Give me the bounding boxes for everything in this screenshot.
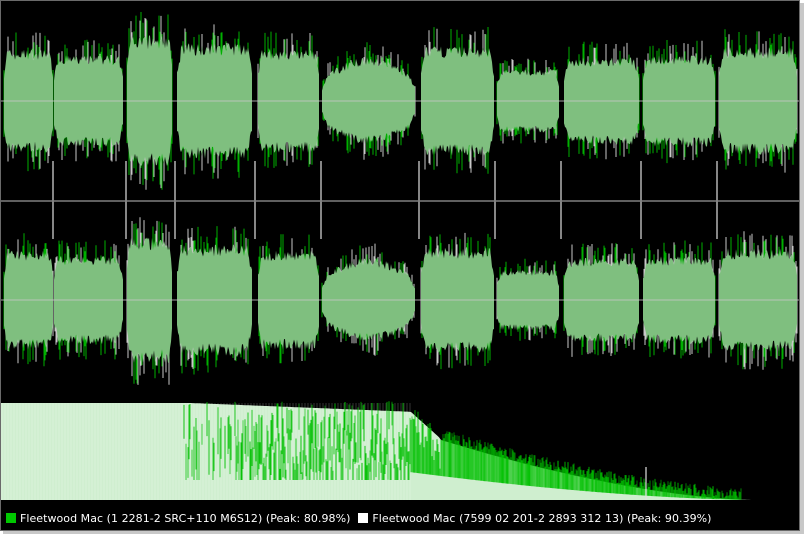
waveform-segment <box>257 31 319 168</box>
legend-label: Fleetwood Mac (1 2281-2 SRC+110 M6S12) (… <box>20 511 351 525</box>
legend-label: Fleetwood Mac (7599 02 201-2 2893 312 13… <box>372 511 712 525</box>
legend-swatch-white <box>358 513 369 523</box>
waveform-segment <box>643 240 716 359</box>
right-channel-waveform <box>1 217 799 385</box>
legend-swatch-green <box>6 513 16 523</box>
legend-entry-track-b: Fleetwood Mac (7599 02 201-2 2893 312 13… <box>358 512 711 525</box>
waveform-segment <box>126 217 172 385</box>
waveform-segment <box>420 232 494 370</box>
waveform-segment <box>421 27 494 174</box>
window-shadow <box>800 3 804 534</box>
legend: Fleetwood Mac (1 2281-2 SRC+110 M6S12) (… <box>1 506 799 530</box>
waveform-comparison-viewer: Fleetwood Mac (1 2281-2 SRC+110 M6S12) (… <box>0 0 800 531</box>
legend-entry-track-a: Fleetwood Mac (1 2281-2 SRC+110 M6S12) (… <box>6 512 350 525</box>
waveform-segment <box>642 40 716 164</box>
waveform-display <box>1 12 799 500</box>
frequency-spectrum <box>1 401 753 500</box>
waveform-segment <box>177 24 252 179</box>
waveform-segment <box>3 32 54 172</box>
waveform-segment <box>258 234 319 364</box>
left-channel-waveform <box>1 12 799 190</box>
